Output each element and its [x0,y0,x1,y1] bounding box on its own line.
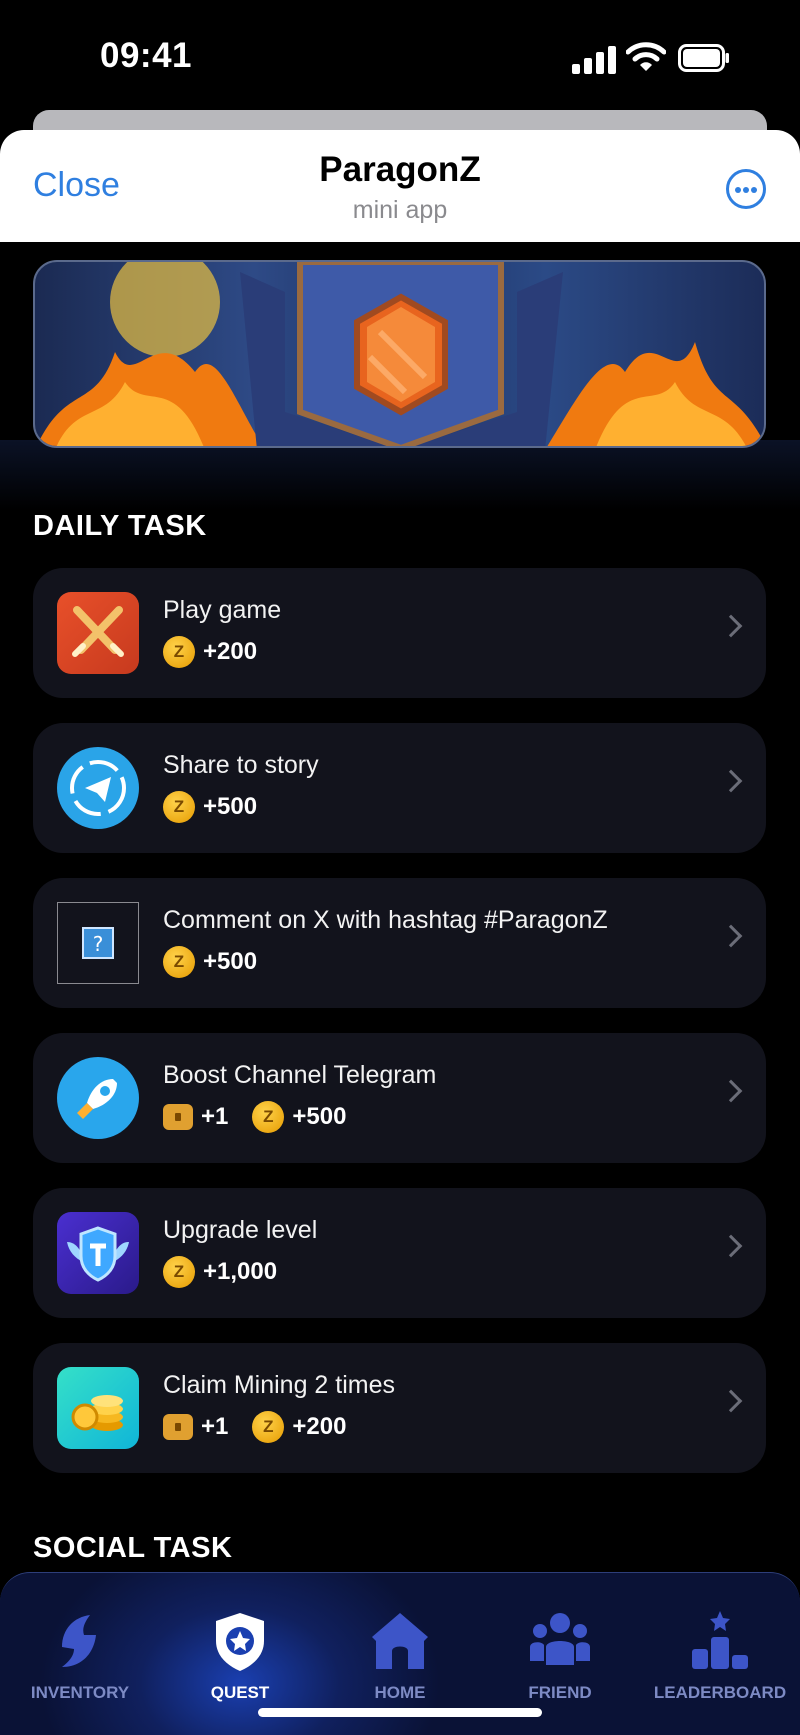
task-play-game[interactable]: Play game Z +200 [33,568,766,698]
chevron-right-icon [719,1079,743,1103]
coin-amount: +500 [203,793,258,820]
task-reward: Z +200 [163,634,281,670]
treasure-chest-icon [163,1414,193,1440]
lightning-bolt-icon [62,1615,96,1667]
status-bar: 09:41 [0,0,800,110]
task-boost-channel-telegram[interactable]: Boost Channel Telegram +1 Z +500 [33,1033,766,1163]
coin-amount: +200 [292,1413,347,1440]
shield-star-icon [216,1613,264,1671]
treasure-chest-icon [163,1104,193,1130]
social-task-heading: SOCIAL TASK [33,1532,233,1564]
task-claim-mining[interactable]: Claim Mining 2 times +1 Z +200 [33,1343,766,1473]
chevron-right-icon [719,769,743,793]
nav-inventory[interactable]: INVENTORY [0,1573,160,1735]
status-time: 09:41 [100,36,193,75]
coin-amount: +200 [203,638,258,665]
banner-art [36,262,764,446]
task-title: Boost Channel Telegram [163,1061,437,1089]
banner-glow [0,440,800,510]
task-title: Upgrade level [163,1216,318,1244]
coin-stack-icon [57,1367,139,1449]
chest-amount: +1 [201,1103,229,1130]
z-coin-icon: Z [163,636,195,668]
app-title: ParagonZ [319,150,481,189]
task-reward: +1 Z +200 [163,1409,370,1445]
task-title: Play game [163,596,282,624]
rocket-icon [57,1057,139,1139]
winged-shield-icon [57,1212,139,1294]
task-upgrade-level[interactable]: Upgrade level Z +1,000 [33,1188,766,1318]
coin-amount: +500 [203,948,258,975]
nav-label: LEADERBOARD [653,1683,787,1702]
z-coin-icon: Z [163,1256,195,1288]
more-options-button[interactable] [726,169,766,209]
home-indicator [258,1708,542,1717]
broken-image-icon: ? [57,902,139,984]
task-reward: Z +500 [163,789,281,825]
task-reward: Z +1,000 [163,1254,301,1290]
quest-banner-image [33,260,766,448]
telegram-story-icon [57,747,139,829]
nav-leaderboard[interactable]: LEADERBOARD [640,1573,800,1735]
coin-amount: +1,000 [203,1258,278,1285]
chevron-right-icon [719,1389,743,1413]
task-reward: Z +500 [163,944,281,980]
nav-label: FRIEND [528,1683,592,1702]
z-coin-icon: Z [163,946,195,978]
task-title: Claim Mining 2 times [163,1371,396,1399]
task-comment-on-x[interactable]: ? Comment on X with hashtag #ParagonZ Z … [33,878,766,1008]
crossed-swords-icon [57,592,139,674]
friends-group-icon [530,1613,590,1665]
task-reward: +1 Z +500 [163,1099,370,1135]
leaderboard-podium-icon [692,1611,748,1669]
z-coin-icon: Z [252,1411,285,1443]
cellular-signal-icon [572,44,616,74]
task-title: Comment on X with hashtag #ParagonZ [163,906,608,934]
task-share-to-story[interactable]: Share to story Z +500 [33,723,766,853]
daily-task-heading: DAILY TASK [33,510,207,542]
chevron-right-icon [719,614,743,638]
wifi-icon [626,42,666,71]
z-coin-icon: Z [252,1101,285,1133]
coin-amount: +500 [292,1103,347,1130]
battery-icon [678,44,729,72]
svg-text:?: ? [93,932,104,956]
task-title: Share to story [163,751,319,779]
chevron-right-icon [719,924,743,948]
nav-label: HOME [374,1683,426,1702]
nav-label: INVENTORY [30,1683,130,1702]
app-subtitle: mini app [352,196,448,224]
z-coin-icon: Z [163,791,195,823]
chest-amount: +1 [201,1413,229,1440]
chevron-right-icon [719,1234,743,1258]
nav-label: QUEST [210,1683,270,1702]
home-icon [372,1613,428,1669]
mini-app-header: Close ParagonZ mini app [0,130,800,242]
